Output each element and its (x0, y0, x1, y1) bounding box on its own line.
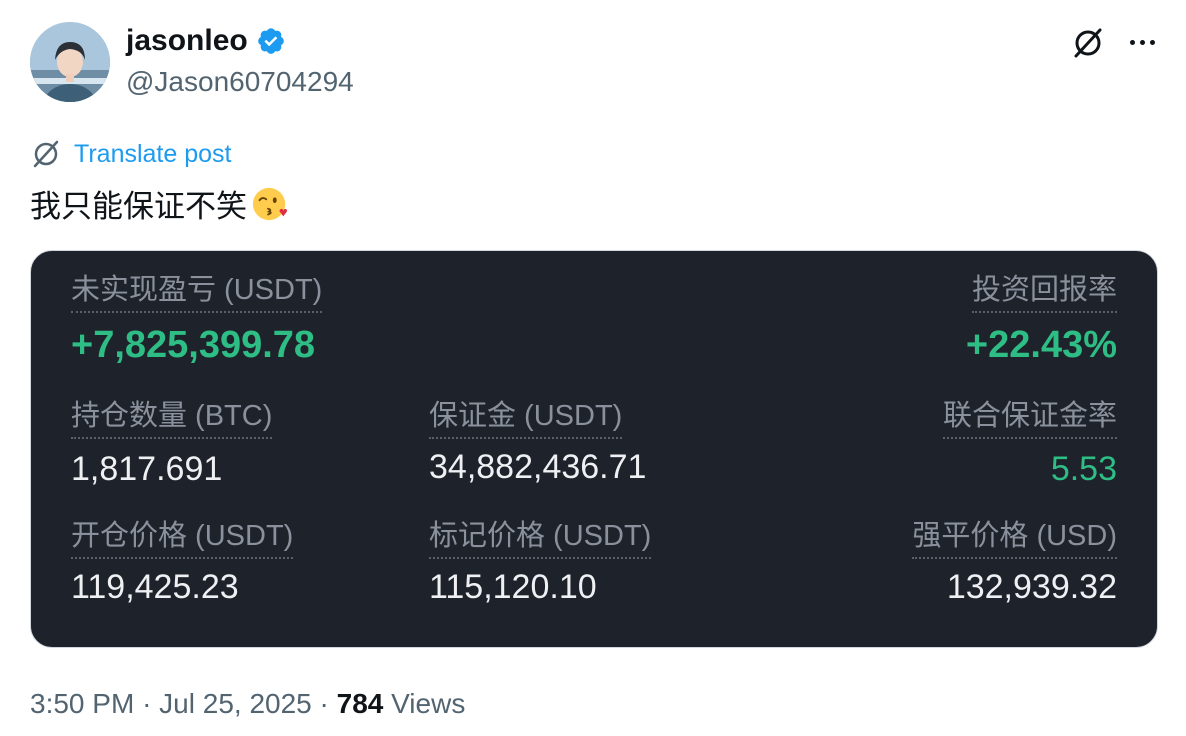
mark-price-label: 标记价格 (USDT) (429, 517, 652, 559)
position-size-label: 持仓数量 (BTC) (71, 397, 273, 439)
author-name-row[interactable]: jasonleo (126, 24, 286, 58)
post-text-row: 我只能保证不笑 (30, 181, 289, 226)
mark-price-value: 115,120.10 (429, 568, 597, 606)
avatar-image (30, 22, 110, 102)
kissing-face-emoji (252, 187, 288, 220)
position-size-value: 1,817.691 (71, 450, 223, 488)
translate-post-link[interactable]: Translate post (30, 138, 231, 170)
translate-icon (33, 140, 59, 168)
more-icon[interactable] (1124, 26, 1160, 58)
margin-label: 保证金 (USDT) (429, 397, 623, 439)
entry-price-label: 开仓价格 (USDT) (71, 517, 294, 559)
post-meta: 3:50 PM · Jul 25, 2025 · 784 Views (30, 688, 465, 720)
meta-separator: · (142, 688, 152, 719)
post-text: 我只能保证不笑 (30, 189, 247, 224)
meta-separator: · (319, 688, 329, 719)
liq-price-value: 132,939.32 (946, 568, 1117, 606)
roi-label: 投资回报率 (971, 271, 1117, 313)
unrealized-pnl-label: 未实现盈亏 (USDT) (71, 271, 323, 313)
post-time[interactable]: 3:50 PM (30, 688, 134, 719)
views-label: Views (391, 688, 466, 719)
post-date[interactable]: Jul 25, 2025 (159, 688, 312, 719)
margin-value: 34,882,436.71 (429, 448, 647, 486)
views-count: 784 (336, 688, 384, 719)
verified-badge-icon[interactable] (256, 26, 286, 56)
entry-price-value: 119,425.23 (71, 568, 239, 606)
margin-ratio-label: 联合保证金率 (942, 397, 1117, 439)
margin-ratio-value: 5.53 (1050, 450, 1117, 488)
liq-price-label: 强平价格 (USD) (912, 517, 1117, 559)
avatar[interactable] (30, 22, 110, 102)
roi-value: +22.43% (965, 324, 1117, 366)
unrealized-pnl-value: +7,825,399.78 (71, 324, 316, 366)
position-card[interactable]: 未实现盈亏 (USDT) +7,825,399.78 投资回报率 +22.43%… (30, 250, 1158, 648)
grok-icon[interactable] (1070, 25, 1106, 61)
author-handle[interactable]: @Jason60704294 (126, 66, 354, 98)
translate-post-label[interactable]: Translate post (74, 140, 231, 169)
author-name[interactable]: jasonleo (126, 24, 248, 58)
